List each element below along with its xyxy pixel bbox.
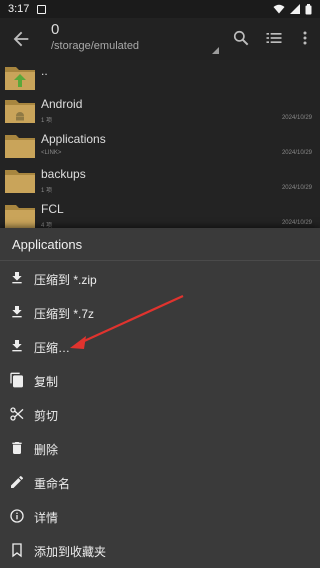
file-row-applications[interactable]: Applications <LINK> 2024/10/29 (0, 128, 320, 164)
back-arrow-icon[interactable] (10, 28, 32, 50)
status-time: 3:17 (8, 3, 30, 15)
menu-item-label: 压缩到 *.7z (34, 307, 95, 321)
bookmark-icon (12, 543, 22, 558)
file-row-fcl[interactable]: FCL 4 项 2024/10/29 (0, 198, 320, 228)
menu-item-label: 删除 (34, 443, 59, 457)
file-date: 2024/10/29 (281, 115, 312, 121)
menu-item-label: 复制 (34, 375, 59, 389)
download-icon (12, 340, 22, 352)
file-name: FCL (41, 202, 64, 216)
file-list: .. Android 1 项 2024/10/29 Applications <… (0, 60, 320, 228)
menu-item-details[interactable]: 详情 (0, 500, 320, 534)
app-bar: 0 /storage/emulated (0, 18, 320, 60)
menu-item-compress[interactable]: 压缩… (0, 330, 320, 364)
item-count: 0 (51, 21, 60, 38)
copy-icon (10, 372, 23, 388)
file-meta: 1 项 (41, 118, 53, 124)
scissors-icon (10, 407, 24, 421)
status-icons (273, 3, 312, 15)
file-date: 2024/10/29 (281, 185, 312, 191)
download-icon (12, 272, 22, 284)
folder-icon (5, 205, 35, 228)
file-date: 2024/10/29 (281, 220, 312, 226)
file-date: 2024/10/29 (281, 150, 312, 156)
file-name: backups (41, 167, 86, 181)
search-icon[interactable] (231, 28, 251, 48)
path-dropdown-indicator[interactable] (212, 47, 219, 54)
file-meta: 1 项 (41, 188, 53, 194)
file-name: Applications (41, 132, 106, 146)
menu-item-label: 压缩… (34, 341, 71, 355)
info-icon (10, 509, 24, 523)
divider (0, 260, 320, 261)
list-view-icon[interactable] (264, 28, 284, 48)
current-path[interactable]: /storage/emulated (51, 40, 139, 52)
menu-item-compress-zip[interactable]: 压缩到 *.zip (0, 262, 320, 296)
android-folder-icon (5, 100, 35, 123)
file-meta: 4 项 (41, 223, 53, 228)
trash-icon (12, 442, 22, 454)
signal-icon (290, 4, 300, 14)
file-row-android[interactable]: Android 1 项 2024/10/29 (0, 93, 320, 129)
parent-folder-icon (5, 67, 35, 90)
file-name: .. (41, 64, 48, 78)
menu-item-delete[interactable]: 删除 (0, 432, 320, 466)
status-bar: 3:17 (0, 0, 320, 18)
menu-item-label: 添加到收藏夹 (34, 545, 107, 559)
context-menu-sheet: Applications 压缩到 *.zip 压缩到 *.7z 压缩… 复制 剪… (0, 228, 320, 568)
menu-item-copy[interactable]: 复制 (0, 364, 320, 398)
menu-item-compress-7z[interactable]: 压缩到 *.7z (0, 296, 320, 330)
menu-item-cut[interactable]: 剪切 (0, 398, 320, 432)
file-meta: <LINK> (41, 150, 62, 156)
battery-icon (305, 3, 312, 14)
file-name: Android (41, 97, 83, 111)
folder-icon (5, 170, 35, 193)
menu-item-label: 剪切 (34, 409, 59, 423)
folder-icon (5, 135, 35, 158)
sheet-title: Applications (12, 237, 83, 252)
menu-item-label: 详情 (34, 511, 59, 525)
parent-folder-row[interactable]: .. (0, 60, 320, 96)
file-row-backups[interactable]: backups 1 项 2024/10/29 (0, 163, 320, 199)
menu-item-label: 重命名 (34, 477, 71, 491)
download-icon (12, 306, 22, 318)
wifi-icon (273, 4, 285, 14)
more-options-icon[interactable] (295, 28, 315, 48)
menu-item-label: 压缩到 *.zip (34, 273, 97, 287)
menu-item-rename[interactable]: 重命名 (0, 466, 320, 500)
pencil-icon (11, 475, 23, 488)
menu-item-add-bookmark[interactable]: 添加到收藏夹 (0, 534, 320, 568)
notification-icon (37, 4, 47, 14)
